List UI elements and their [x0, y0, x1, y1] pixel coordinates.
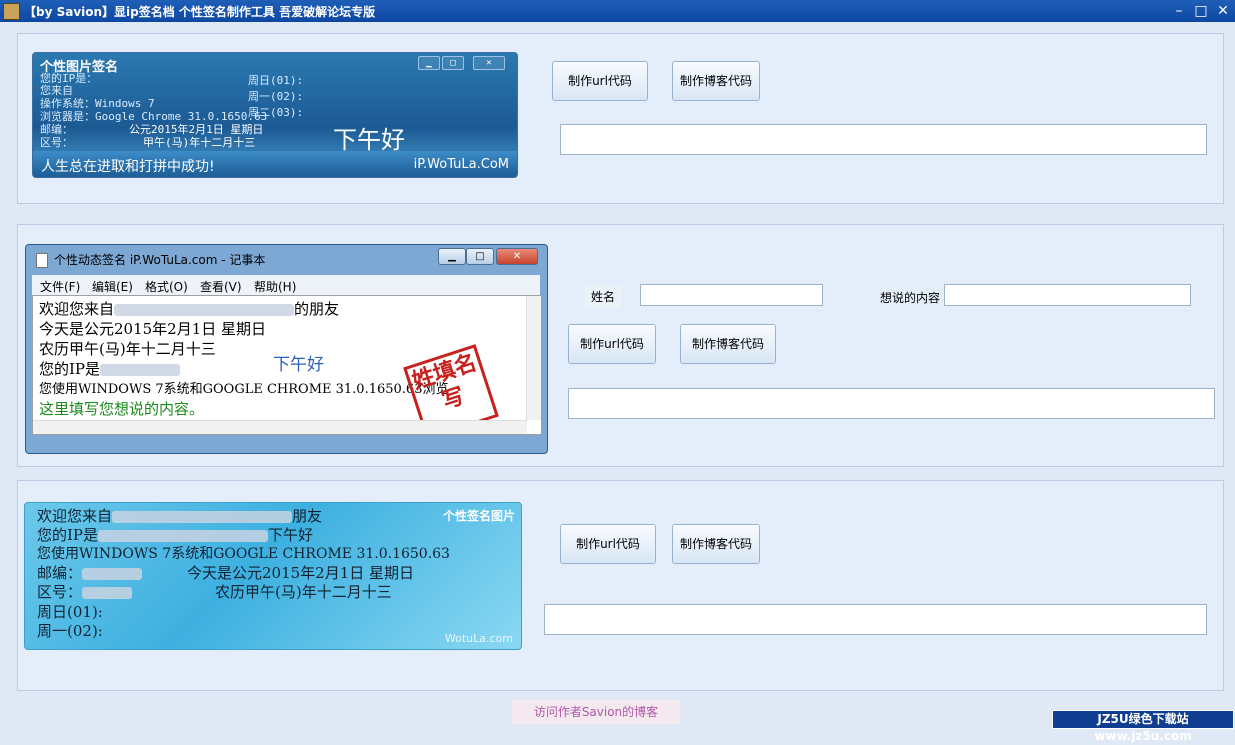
sig3-line-6: 周日(01): — [37, 603, 103, 621]
sig3-line-3: 您使用WINDOWS 7系统和GOOGLE CHROME 31.0.1650.6… — [37, 546, 450, 562]
notepad-preview: 个性动态签名 iP.WoTuLa.com - 记事本 ▁ □ ✕ 文件(F) 编… — [25, 244, 548, 454]
sig3-line-5: 区号： — [37, 581, 133, 602]
notepad-line-5: 您使用WINDOWS 7系统和GOOGLE CHROME 31.0.1650.6… — [39, 382, 449, 397]
sig3-date: 今天是公元2015年2月1日 星期日 — [187, 564, 415, 582]
make-blog-button-3[interactable]: 制作博客代码 — [672, 524, 760, 564]
notepad-line-3: 农历甲午(马)年十二月十三 — [39, 340, 216, 358]
signature-preview-1: 个性图片签名 ▁ □ ✕ 您的IP是： 您来自 操作系统：Windows 7 浏… — [32, 52, 518, 178]
sig1-footer: 人生总在进取和打拼中成功! iP.WoTuLa.CoM — [33, 151, 517, 177]
sig3-watermark: WotuLa.com — [444, 632, 513, 645]
sig1-max-icon: □ — [442, 56, 464, 70]
notepad-vscroll — [526, 296, 541, 420]
title-bar: 【by Savion】显ip签名档 个性签名制作工具 吾爱破解论坛专版 – □ … — [0, 0, 1235, 22]
notepad-menu-view: 查看(V) — [200, 280, 242, 294]
say-input[interactable] — [944, 284, 1191, 306]
notepad-menu-file: 文件(F) — [40, 280, 81, 294]
notepad-doc-icon — [36, 253, 48, 268]
sig3-line-2: 您的IP是 下午好 — [37, 526, 314, 544]
notepad-menu-edit: 编辑(E) — [92, 280, 133, 294]
sig1-motto: 人生总在进取和打拼中成功! — [41, 159, 215, 175]
make-blog-button-1[interactable]: 制作博客代码 — [672, 61, 760, 101]
notepad-hscroll — [33, 420, 527, 434]
notepad-line-6: 这里填写您想说的内容。 — [39, 400, 205, 418]
code-output-field-3[interactable] — [544, 604, 1207, 635]
sig1-min-icon: ▁ — [418, 56, 440, 70]
close-button[interactable]: ✕ — [1212, 2, 1234, 20]
notepad-max-icon: □ — [466, 248, 494, 265]
notepad-text-area: 欢迎您来自 的朋友 今天是公元2015年2月1日 星期日 农历甲午(马)年十二月十… — [32, 295, 542, 435]
sig3-line-1: 欢迎您来自 朋友 — [37, 507, 323, 525]
minimize-button[interactable]: – — [1168, 2, 1190, 20]
make-url-button-3[interactable]: 制作url代码 — [560, 524, 656, 564]
make-url-button-1[interactable]: 制作url代码 — [552, 61, 648, 101]
name-label: 姓名 — [585, 285, 622, 308]
name-input[interactable] — [640, 284, 823, 306]
code-output-field-1[interactable] — [560, 124, 1207, 155]
say-label: 想说的内容 — [880, 291, 941, 305]
notepad-menu-bar: 文件(F) 编辑(E) 格式(O) 查看(V) 帮助(H) — [32, 275, 540, 295]
maximize-button[interactable]: □ — [1190, 2, 1212, 20]
notepad-line-4: 您的IP是 — [39, 358, 181, 379]
sig3-badge: 个性签名图片 — [442, 509, 515, 523]
sig1-lunar: 甲午(马)年十二月十三 — [143, 136, 256, 149]
notepad-min-icon: ▁ — [438, 248, 466, 265]
sig3-line-4: 邮编： — [37, 562, 143, 583]
window-title: 【by Savion】显ip签名档 个性签名制作工具 吾爱破解论坛专版 — [24, 5, 376, 19]
notepad-line-1: 欢迎您来自 的朋友 — [39, 300, 340, 318]
notepad-caption: 个性动态签名 iP.WoTuLa.com - 记事本 — [54, 253, 266, 267]
sig1-site: iP.WoTuLa.CoM — [413, 157, 509, 172]
make-url-button-2[interactable]: 制作url代码 — [568, 324, 656, 364]
sig1-close-icon: ✕ — [473, 56, 505, 70]
app-icon — [3, 3, 20, 20]
signature-preview-3: 个性签名图片 欢迎您来自 朋友 您的IP是 下午好 您使用WINDOWS 7系统和G… — [24, 502, 522, 650]
sig1-week-1: 周一(02): — [248, 90, 304, 103]
sig3-lunar: 农历甲午(马)年十二月十三 — [215, 583, 392, 601]
author-blog-link[interactable]: 访问作者Savion的博客 — [512, 700, 680, 724]
make-blog-button-2[interactable]: 制作博客代码 — [680, 324, 776, 364]
notepad-greeting: 下午好 — [273, 355, 324, 375]
notepad-menu-help: 帮助(H) — [254, 280, 297, 294]
sig1-week-0: 周日(01): — [248, 74, 304, 87]
sig3-line-7: 周一(02): — [37, 622, 103, 640]
download-site-badge: JZ5U绿色下载站www.jz5u.com — [1052, 710, 1234, 743]
notepad-close-icon: ✕ — [496, 248, 538, 265]
sig1-row-area: 区号： — [40, 136, 73, 149]
code-output-field-2[interactable] — [568, 388, 1215, 419]
sig1-greeting: 下午好 — [333, 126, 405, 154]
sig1-week-2: 周二(03): — [248, 106, 304, 119]
notepad-menu-format: 格式(O) — [145, 280, 188, 294]
notepad-line-2: 今天是公元2015年2月1日 星期日 — [39, 320, 267, 338]
